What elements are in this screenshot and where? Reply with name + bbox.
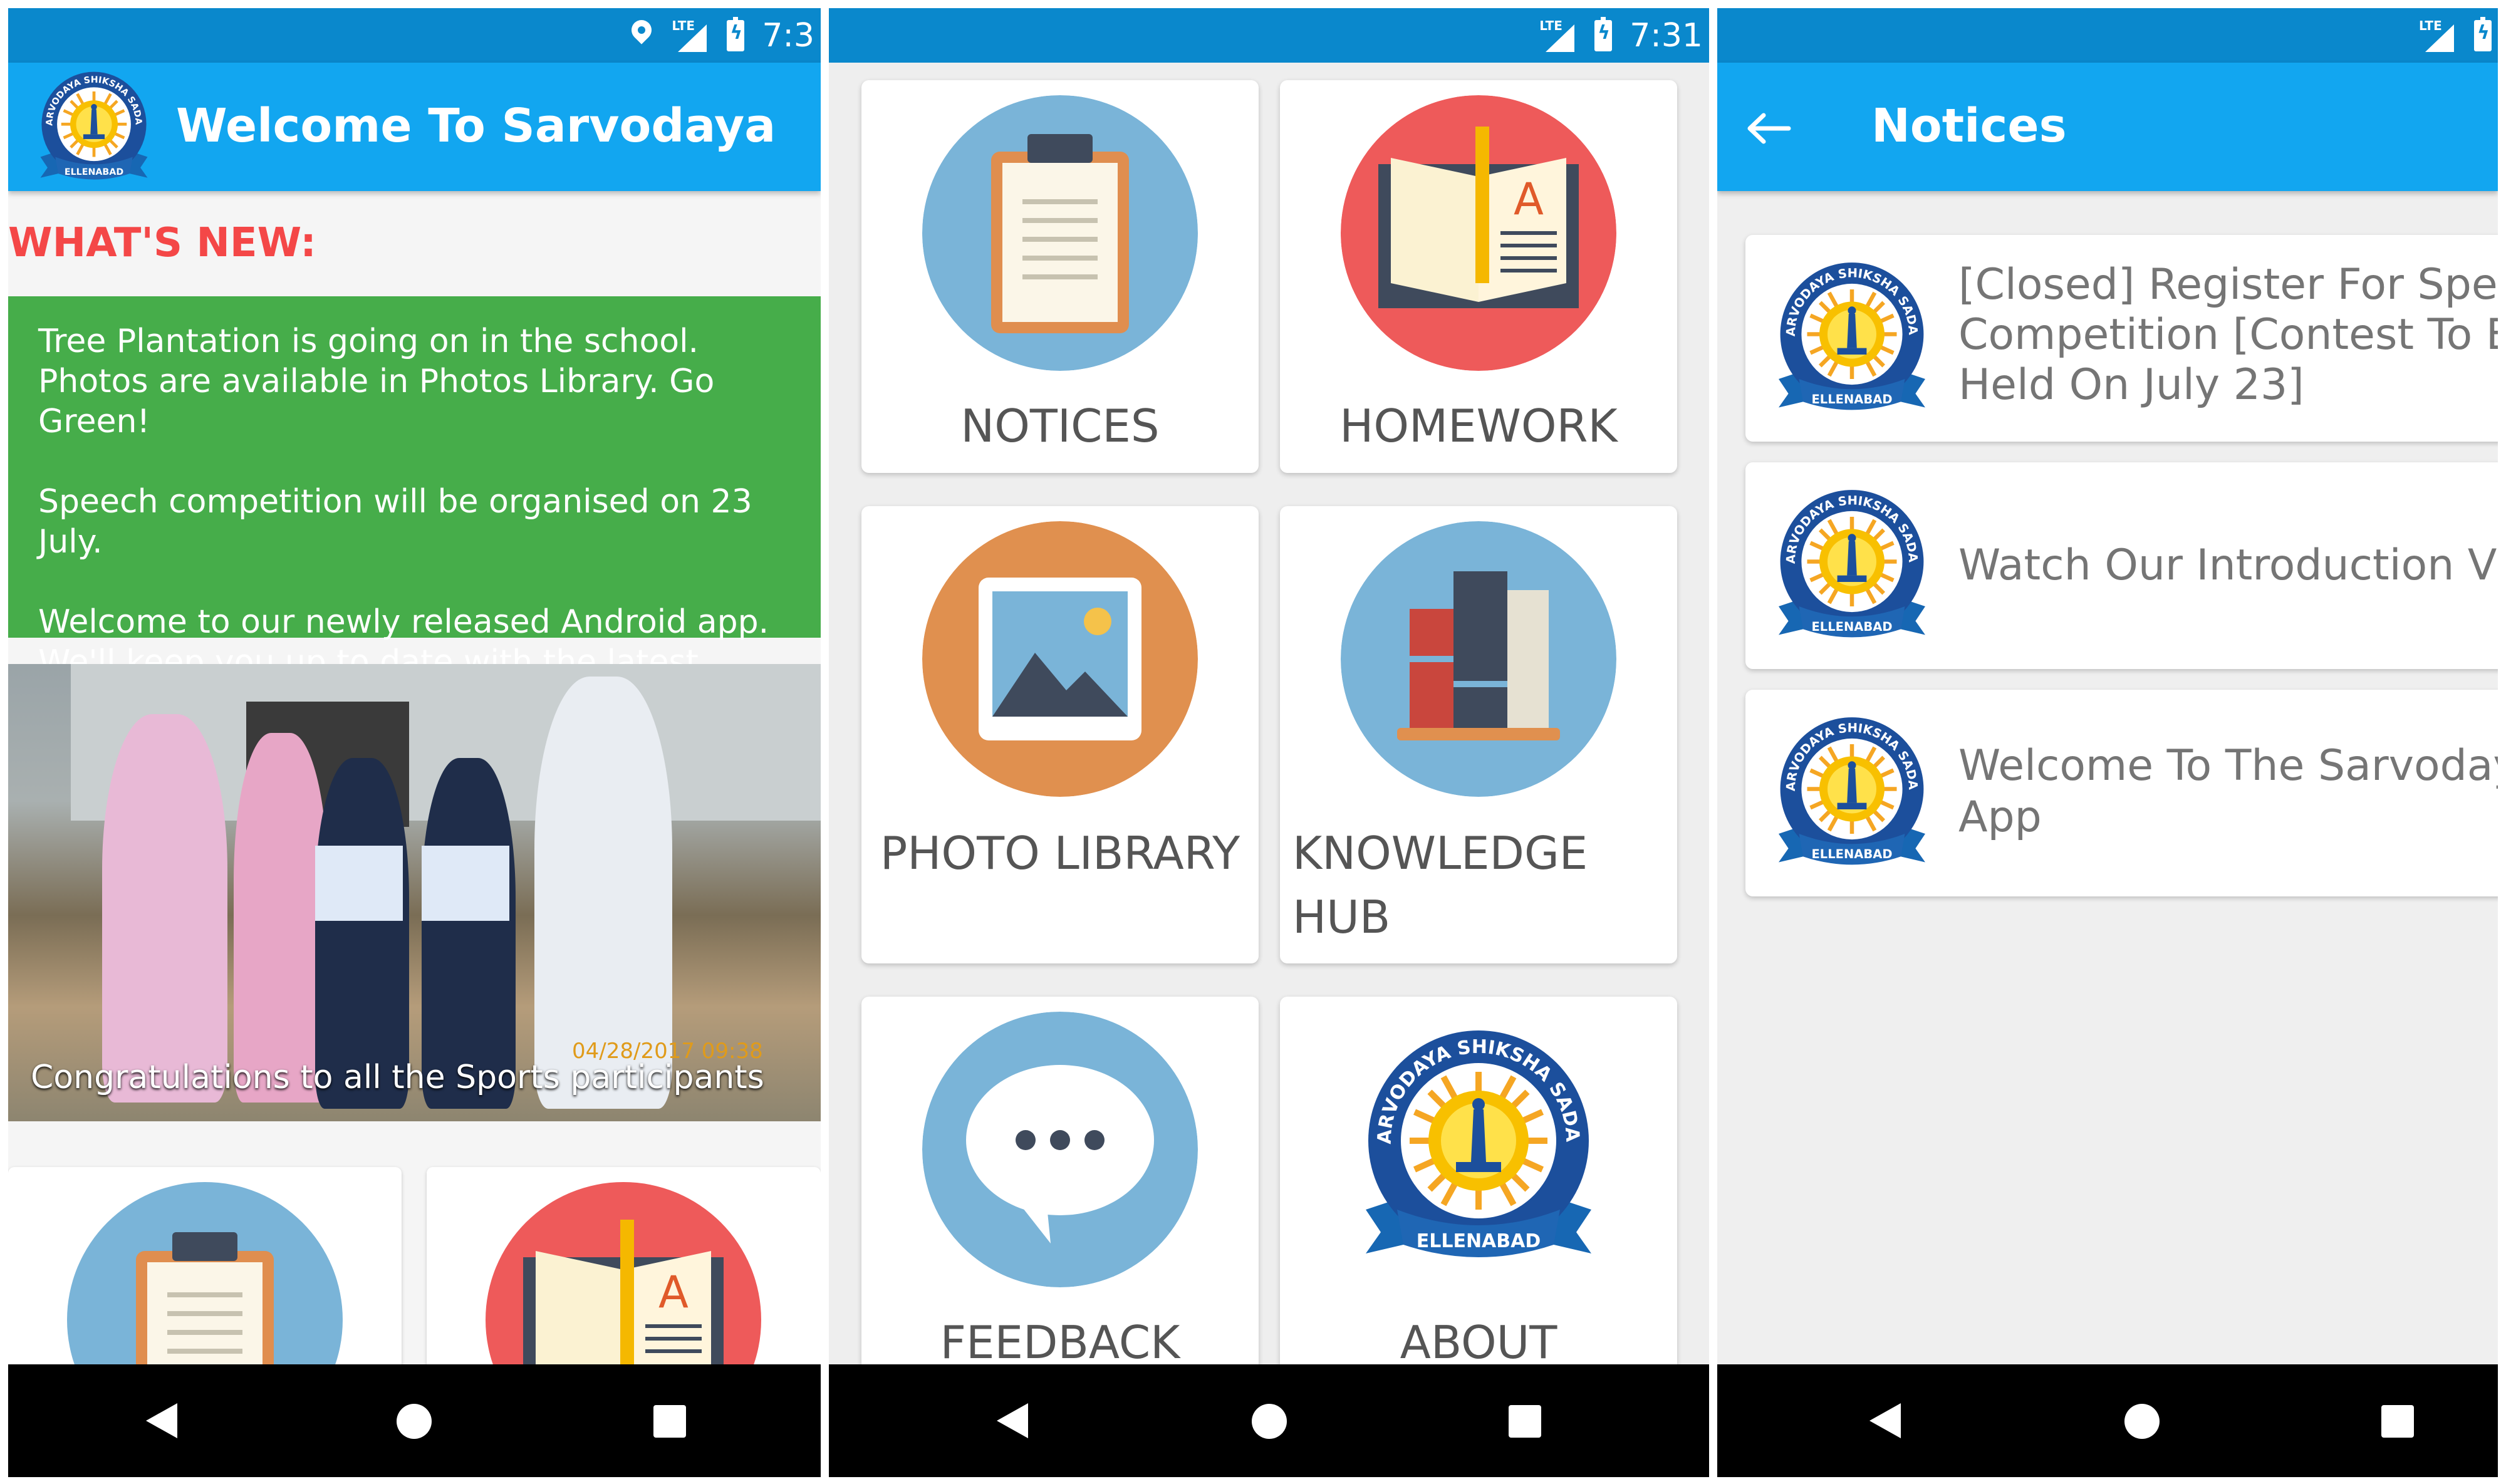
- notice-line: [Closed] Register For Speech: [1958, 260, 2498, 309]
- app-bar: Notices: [1717, 63, 2498, 191]
- notices-screen: LTE ϟ Notices [Closed] Register For Spee…: [1717, 8, 2498, 1477]
- notice-line: Competition [Contest To Be: [1958, 310, 2498, 360]
- nav-recents-button[interactable]: [2381, 1405, 2414, 1438]
- location-icon: [630, 20, 654, 51]
- notice-item[interactable]: Welcome To The Sarvodaya App: [1745, 690, 2498, 896]
- tile-label: ABOUT: [1400, 1316, 1557, 1369]
- svg-text:A: A: [1514, 174, 1544, 225]
- tile-label: PHOTO LIBRARY: [880, 827, 1240, 880]
- home-screen: LTE ϟ 7:3 Welcome To Sarvodaya WHAT'S NE…: [8, 8, 821, 1477]
- notice-line: Watch Our Introduction Video: [1958, 541, 2498, 590]
- tile-label-line2: HUB: [1292, 891, 1391, 943]
- news-item: Tree Plantation is going on in the schoo…: [38, 323, 715, 440]
- notice-item[interactable]: Watch Our Introduction Video: [1745, 462, 2498, 669]
- nav-home-button[interactable]: [397, 1404, 432, 1439]
- tile-knowledge-hub[interactable]: KNOWLEDGE HUB: [1280, 506, 1677, 963]
- page-title: Notices: [1871, 99, 2067, 153]
- tile-label: KNOWLEDGE: [1292, 827, 1588, 880]
- chat-bubble-icon: [922, 1012, 1198, 1287]
- nav-back-button[interactable]: [1869, 1403, 1901, 1438]
- battery-charging-icon: ϟ: [1594, 16, 1613, 51]
- school-logo: [34, 68, 153, 187]
- school-logo: [1353, 1015, 1604, 1279]
- status-bar: LTE ϟ 7:3: [8, 8, 821, 63]
- whats-new-heading: WHAT'S NEW:: [8, 220, 316, 266]
- battery-charging-icon: ϟ: [727, 16, 745, 51]
- school-logo: [1758, 484, 1946, 647]
- person: [422, 758, 516, 1109]
- school-logo: [1758, 257, 1946, 420]
- notice-line: Welcome To The Sarvodaya: [1958, 741, 2498, 791]
- nav-back-button[interactable]: [997, 1403, 1028, 1438]
- nav-home-button[interactable]: [1252, 1404, 1287, 1439]
- nav-home-button[interactable]: [2124, 1404, 2160, 1439]
- school-logo: [1758, 712, 1946, 874]
- tile-homework[interactable]: A HOMEWORK: [1280, 80, 1677, 473]
- tile-notices[interactable]: NOTICES: [861, 80, 1259, 473]
- notice-line: Held On July 23]: [1958, 360, 2304, 410]
- status-time: 7:3: [762, 16, 814, 54]
- picture-icon: [922, 521, 1198, 797]
- back-arrow-icon[interactable]: [1747, 113, 1791, 144]
- certificate: [315, 846, 403, 921]
- menu-screen: LTE ϟ 7:31 NOTICES A HOMEWORK PHOTO LIBR…: [829, 8, 1709, 1477]
- system-nav-bar: [8, 1364, 821, 1477]
- tile-photo-library[interactable]: PHOTO LIBRARY: [861, 506, 1259, 963]
- status-time: 7:31: [1630, 16, 1703, 54]
- notice-item[interactable]: [Closed] Register For Speech Competition…: [1745, 235, 2498, 442]
- books-icon: [1341, 521, 1616, 797]
- photo-caption: Congratulations to all the Sports partic…: [31, 1059, 764, 1096]
- person: [234, 733, 328, 1103]
- tile-label: NOTICES: [960, 400, 1160, 452]
- battery-charging-icon: ϟ: [2474, 16, 2492, 51]
- status-bar: LTE ϟ 7:31: [829, 8, 1709, 63]
- person: [315, 758, 409, 1109]
- clipboard-icon: [922, 95, 1198, 371]
- book-icon: A: [1341, 95, 1616, 371]
- featured-photo[interactable]: 04/28/2017 09:38 Congratulations to all …: [8, 664, 821, 1121]
- tile-label: HOMEWORK: [1339, 400, 1618, 452]
- notice-line: App: [1958, 792, 2042, 842]
- system-nav-bar: [1717, 1364, 2498, 1477]
- news-item: Speech competition will be organised on …: [38, 483, 752, 561]
- nav-recents-button[interactable]: [653, 1405, 686, 1438]
- app-title: Welcome To Sarvodaya: [176, 99, 776, 153]
- lte-signal-icon: LTE: [672, 18, 709, 53]
- nav-recents-button[interactable]: [1509, 1405, 1541, 1438]
- news-panel[interactable]: Tree Plantation is going on in the schoo…: [8, 296, 821, 721]
- app-bar: Welcome To Sarvodaya: [8, 63, 821, 191]
- certificate: [422, 846, 509, 921]
- svg-text:A: A: [658, 1267, 689, 1318]
- lte-signal-icon: LTE: [1539, 18, 1577, 53]
- nav-back-button[interactable]: [146, 1403, 177, 1438]
- lte-signal-icon: LTE: [2419, 18, 2457, 53]
- tile-label: FEEDBACK: [940, 1316, 1180, 1369]
- system-nav-bar: [829, 1364, 1709, 1477]
- status-bar: LTE ϟ: [1717, 8, 2498, 63]
- person: [102, 714, 227, 1103]
